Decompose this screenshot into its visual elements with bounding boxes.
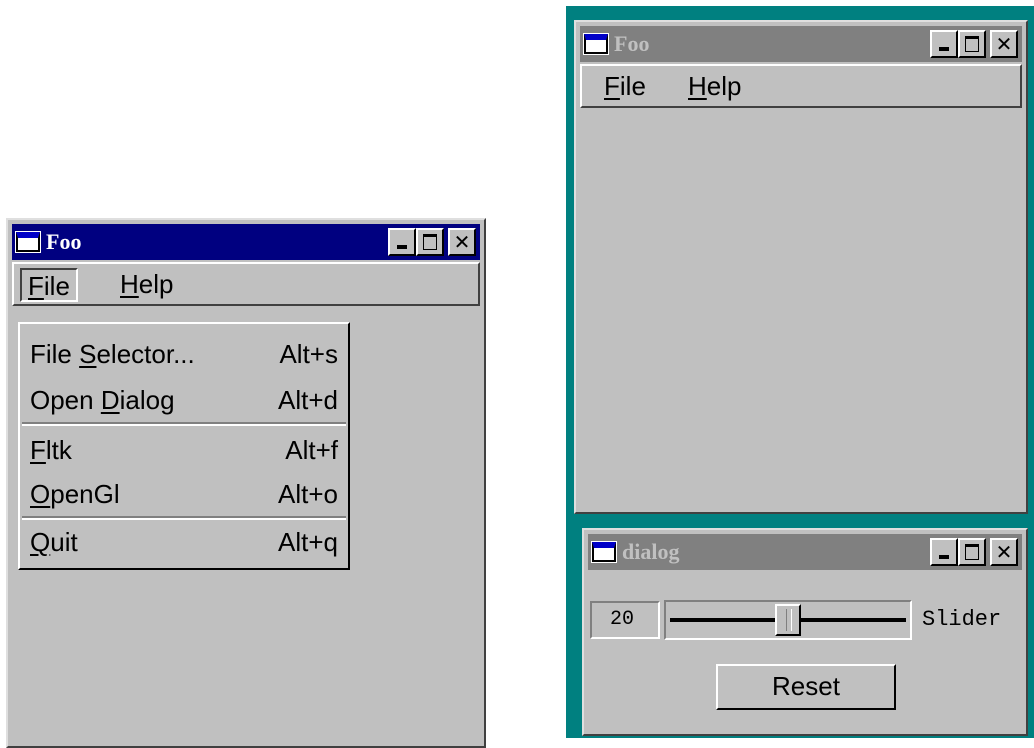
- menu-item-fltk-mnemonic: F: [30, 435, 46, 465]
- menu-item-opengl-post: penGl: [50, 479, 120, 509]
- window-icon: [583, 33, 609, 55]
- menu-item-quit[interactable]: Quit Alt+q: [30, 520, 338, 564]
- close-icon[interactable]: ✕: [990, 538, 1018, 566]
- dialog-title: dialog: [622, 539, 680, 564]
- file-menu-popup: File Selector... Alt+s Open Dialog Alt+d…: [18, 322, 350, 570]
- menu-item-file-selector-post: elector...: [96, 339, 195, 369]
- menu-help-mnemonic: H: [688, 71, 707, 101]
- menu-help-rest: elp: [706, 71, 742, 101]
- menu-item-fltk-post: ltk: [45, 435, 72, 465]
- right-window-titlebar[interactable]: Foo ✕: [580, 26, 1022, 62]
- window-icon: [15, 231, 41, 253]
- slider-value-output: 20: [590, 601, 660, 639]
- menu-help[interactable]: Help: [682, 70, 747, 104]
- menu-item-quit-mnemonic: Q: [30, 527, 51, 557]
- menu-help-mnemonic: H: [120, 269, 139, 299]
- window-icon: [591, 541, 617, 563]
- menu-item-open-dialog-shortcut: Alt+d: [278, 385, 338, 415]
- menu-file-mnemonic: F: [28, 271, 44, 301]
- minimize-icon[interactable]: [388, 228, 416, 256]
- close-icon[interactable]: ✕: [990, 30, 1018, 58]
- value-slider[interactable]: [664, 600, 912, 640]
- menu-item-file-selector-pre: File: [30, 339, 80, 369]
- left-menubar: File Help: [12, 262, 480, 306]
- reset-button[interactable]: Reset: [716, 664, 896, 710]
- menu-item-opengl-shortcut: Alt+o: [278, 479, 338, 509]
- slider-thumb[interactable]: [775, 604, 801, 636]
- menu-item-file-selector-shortcut: Alt+s: [279, 339, 338, 369]
- menu-help[interactable]: Help: [114, 268, 179, 302]
- menu-item-fltk-shortcut: Alt+f: [285, 435, 338, 465]
- left-window-titlebar[interactable]: Foo ✕: [12, 224, 480, 260]
- slider-label: Slider: [922, 607, 1002, 632]
- menu-item-quit-shortcut: Alt+q: [278, 527, 338, 557]
- menu-item-open-dialog-mnemonic: D: [100, 385, 120, 415]
- dialog-titlebar[interactable]: dialog ✕: [588, 534, 1022, 570]
- close-icon[interactable]: ✕: [448, 228, 476, 256]
- right-foo-window: Foo ✕ File Help: [574, 20, 1028, 514]
- menu-item-open-dialog[interactable]: Open Dialog Alt+d: [30, 378, 338, 422]
- menu-separator: [22, 422, 346, 426]
- minimize-icon[interactable]: [930, 538, 958, 566]
- menu-help-rest: elp: [138, 269, 174, 299]
- maximize-icon[interactable]: [958, 538, 986, 566]
- menu-item-opengl-mnemonic: O: [30, 479, 51, 509]
- minimize-icon[interactable]: [930, 30, 958, 58]
- menu-file-mnemonic: F: [604, 71, 620, 101]
- menu-file[interactable]: File: [20, 268, 78, 302]
- maximize-icon[interactable]: [416, 228, 444, 256]
- menu-item-file-selector[interactable]: File Selector... Alt+s: [30, 332, 338, 376]
- menu-file[interactable]: File: [598, 70, 652, 104]
- menu-item-fltk[interactable]: Fltk Alt+f: [30, 428, 338, 472]
- right-window-title: Foo: [614, 31, 650, 56]
- right-menubar: File Help: [580, 64, 1022, 108]
- left-window-title: Foo: [46, 229, 82, 254]
- menu-item-quit-post: uit: [50, 527, 78, 557]
- menu-item-opengl[interactable]: OpenGl Alt+o: [30, 472, 338, 516]
- menu-item-open-dialog-post: ialog: [119, 385, 175, 415]
- menu-file-rest: ile: [619, 71, 646, 101]
- menu-file-rest: ile: [43, 271, 70, 301]
- maximize-icon[interactable]: [958, 30, 986, 58]
- menu-item-file-selector-mnemonic: S: [79, 339, 97, 369]
- menu-item-open-dialog-pre: Open: [30, 385, 101, 415]
